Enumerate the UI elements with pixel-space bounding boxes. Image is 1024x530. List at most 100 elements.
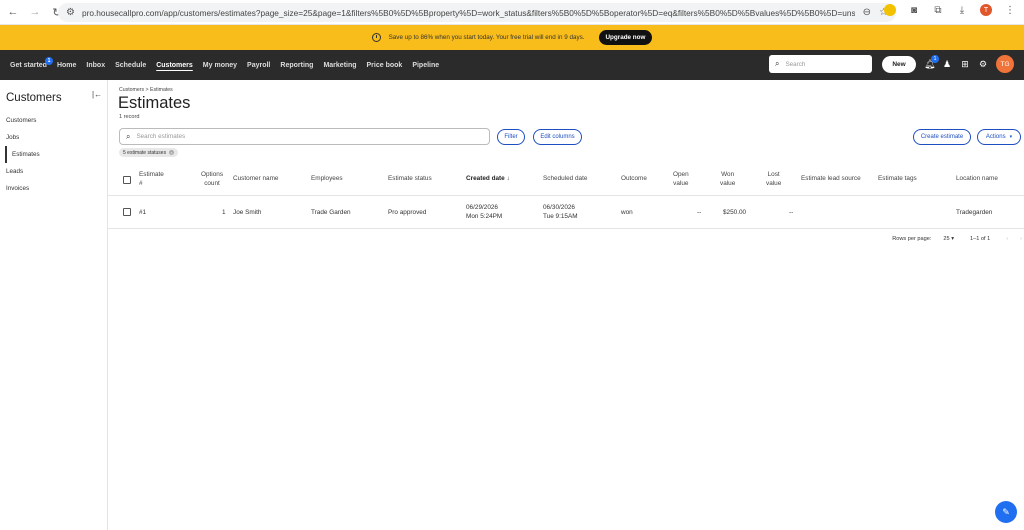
created-date: 06/29/2026	[466, 204, 498, 211]
extension-icon[interactable]	[884, 4, 896, 16]
nav-badge: 1	[44, 56, 53, 65]
chevron-down-icon: ▾	[1009, 134, 1013, 140]
cell-customer-name: Joe Smith	[233, 209, 262, 216]
avatar[interactable]: TG	[996, 55, 1014, 73]
header-estimate-tags[interactable]: Estimate tags	[878, 174, 917, 183]
browser-toolbar: ← → ↻ ⚙ pro.housecallpro.com/app/custome…	[0, 0, 1024, 25]
header-won-value[interactable]: Won value	[720, 170, 735, 188]
estimates-search-input[interactable]: ⌕ Search estimates	[119, 128, 490, 145]
gear-icon[interactable]: ⚙	[978, 59, 988, 70]
page-title: Estimates	[118, 94, 191, 112]
cell-estimate-status: Pro approved	[388, 209, 427, 216]
trial-banner: Save up to 86% when you start today. You…	[0, 25, 1024, 50]
header-estimate-status[interactable]: Estimate status	[388, 174, 432, 183]
nav-schedule[interactable]: Schedule	[115, 62, 146, 69]
header-lost-value[interactable]: Lost value	[766, 170, 781, 188]
row-checkbox[interactable]	[123, 208, 131, 216]
header-location-name[interactable]: Location name	[956, 174, 998, 183]
chevron-down-icon: ▾	[951, 236, 955, 242]
nav-price-book[interactable]: Price book	[367, 62, 403, 69]
new-button[interactable]: New	[882, 55, 916, 73]
nav-payroll[interactable]: Payroll	[247, 62, 270, 69]
site-settings-icon[interactable]: ⚙	[66, 7, 78, 18]
actions-button[interactable]: Actions ▾	[977, 129, 1021, 145]
header-estimate-line2: #	[139, 180, 143, 187]
download-icon[interactable]: ⤓	[956, 4, 968, 16]
nav-customers[interactable]: Customers	[156, 62, 193, 69]
nav-pipeline[interactable]: Pipeline	[412, 62, 439, 69]
camera-icon[interactable]: ◙	[908, 4, 920, 16]
more-menu-icon[interactable]: ⋮	[1004, 4, 1016, 16]
estimates-table: Estimate # Options count Customer name Emp…	[108, 164, 1024, 229]
page-range: 1–1 of 1	[970, 236, 991, 242]
rows-per-page-value: 25	[943, 236, 950, 242]
person-icon[interactable]: ♟	[942, 59, 952, 70]
previous-page-icon[interactable]: ‹	[1006, 236, 1008, 242]
cell-won-value: $250.00	[723, 209, 747, 216]
apps-grid-icon[interactable]: ⊞	[960, 59, 970, 70]
header-lost-line2: value	[766, 180, 782, 187]
collapse-sidebar-icon[interactable]: |←	[92, 90, 102, 99]
actions-label: Actions	[985, 134, 1006, 140]
edit-columns-button[interactable]: Edit columns	[533, 129, 582, 145]
estimates-search-placeholder: Search estimates	[136, 133, 186, 140]
nav-reporting[interactable]: Reporting	[280, 62, 313, 69]
global-search-placeholder: Search	[785, 60, 806, 68]
cell-created-date: 06/29/2026 Mon 5:24PM	[466, 203, 502, 221]
header-options-count[interactable]: Options count	[201, 170, 223, 188]
filter-button[interactable]: Filter	[497, 129, 525, 145]
table-row[interactable]: #1 1 Joe Smith Trade Garden Pro approved…	[108, 196, 1024, 229]
address-bar[interactable]: ⚙ pro.housecallpro.com/app/customers/est…	[58, 3, 896, 22]
cell-employees: Trade Garden	[311, 209, 351, 216]
upgrade-now-button[interactable]: Upgrade now	[598, 30, 653, 45]
rows-per-page-label: Rows per page:	[892, 236, 932, 242]
nav-marketing[interactable]: Marketing	[323, 62, 356, 69]
next-page-icon[interactable]: ›	[1020, 236, 1022, 242]
browser-profile-avatar[interactable]: T	[980, 4, 992, 16]
zoom-icon[interactable]: ⊖	[863, 7, 871, 18]
back-arrow-icon[interactable]: ←	[6, 5, 20, 19]
cell-estimate-number: #1	[139, 209, 147, 216]
sidebar-item-customers[interactable]: Customers	[6, 112, 107, 129]
header-customer-name[interactable]: Customer name	[233, 174, 278, 183]
header-outcome[interactable]: Outcome	[621, 174, 647, 183]
header-lead-source[interactable]: Estimate lead source	[801, 174, 861, 183]
nav-label: Get started	[10, 61, 47, 69]
global-search-input[interactable]: ⌕ Search	[769, 55, 872, 73]
header-open-value[interactable]: Open value	[673, 170, 689, 188]
header-options-line2: count	[204, 180, 220, 187]
sidebar-item-jobs[interactable]: Jobs	[6, 129, 107, 146]
nav-home[interactable]: Home	[57, 62, 76, 69]
created-time: Mon 5:24PM	[466, 213, 503, 220]
header-estimate[interactable]: Estimate #	[139, 170, 164, 188]
sidebar: Customers |← Customers Jobs Estimates Le…	[0, 80, 108, 530]
chip-label: 5 estimate statuses	[123, 149, 167, 156]
nav-inbox[interactable]: Inbox	[86, 62, 105, 69]
rows-per-page-select[interactable]: 25 ▾	[943, 236, 954, 242]
header-employees[interactable]: Employees	[311, 174, 343, 183]
bell-icon[interactable]: 🔔︎ 1	[924, 54, 939, 70]
pagination: Rows per page: 25 ▾ 1–1 of 1 ‹ ›	[892, 236, 1022, 242]
nav-get-started[interactable]: Get started 1	[10, 56, 53, 69]
close-icon[interactable]: ×	[169, 150, 175, 155]
header-created-date[interactable]: Created date ↓	[466, 174, 510, 183]
clock-icon	[371, 33, 381, 42]
header-scheduled-date[interactable]: Scheduled date	[543, 174, 587, 183]
sidebar-item-invoices[interactable]: Invoices	[6, 180, 107, 197]
main-content: Customers > Estimates Estimates 1 record…	[108, 80, 1024, 530]
chat-support-icon[interactable]: ✎	[995, 501, 1017, 523]
sidebar-item-leads[interactable]: Leads	[6, 163, 107, 180]
header-created-label: Created date	[466, 175, 505, 182]
select-all-checkbox[interactable]	[123, 176, 131, 184]
create-estimate-button[interactable]: Create estimate	[913, 129, 971, 145]
table-header: Estimate # Options count Customer name Emp…	[108, 164, 1024, 196]
scheduled-date: 06/30/2026	[543, 204, 575, 211]
nav-my-money[interactable]: My money	[203, 62, 237, 69]
trial-banner-text: Save up to 86% when you start today. You…	[388, 34, 585, 41]
notification-badge: 1	[931, 54, 939, 63]
search-icon: ⌕	[775, 59, 780, 68]
status-filter-chip[interactable]: 5 estimate statuses ×	[119, 148, 179, 157]
puzzle-extensions-icon[interactable]: ⧉	[932, 4, 944, 16]
forward-arrow-icon[interactable]: →	[28, 5, 42, 19]
sidebar-item-estimates[interactable]: Estimates	[5, 146, 107, 163]
